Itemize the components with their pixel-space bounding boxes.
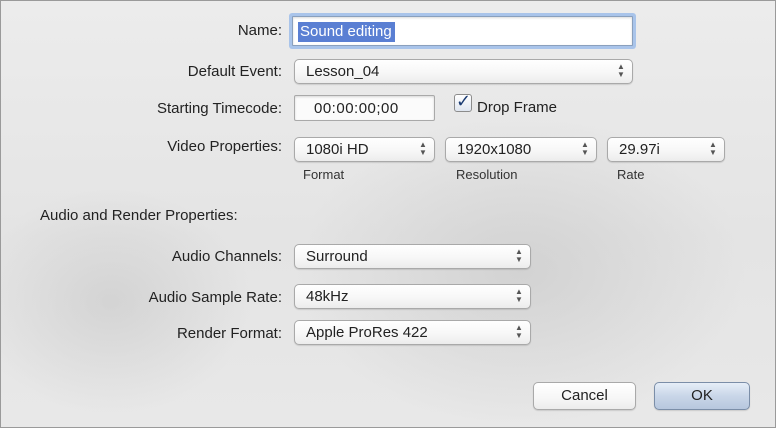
audio-channels-value: Surround xyxy=(306,248,368,265)
starting-timecode-field[interactable]: 00:00:00;00 xyxy=(294,95,435,121)
video-rate-value: 29.97i xyxy=(619,141,660,158)
name-field-selected-text: Sound editing xyxy=(298,22,395,42)
render-format-label: Render Format: xyxy=(176,325,282,342)
video-properties-label: Video Properties: xyxy=(167,138,282,155)
name-field[interactable]: Sound editing xyxy=(292,16,633,46)
updown-chevrons-icon: ▲ ▼ xyxy=(515,247,523,264)
video-resolution-value: 1920x1080 xyxy=(457,141,532,158)
format-caption: Format xyxy=(303,167,345,182)
updown-chevrons-icon: ▲ ▼ xyxy=(709,140,717,157)
starting-timecode-value: 00:00:00;00 xyxy=(314,100,399,117)
cancel-button[interactable]: Cancel xyxy=(533,382,636,410)
updown-chevrons-icon: ▲ ▼ xyxy=(515,287,523,304)
rate-caption: Rate xyxy=(617,167,645,182)
video-rate-popup[interactable]: 29.97i ▲ ▼ xyxy=(607,137,725,162)
drop-frame-checkbox[interactable]: ✓ xyxy=(454,91,472,112)
updown-chevrons-icon: ▲ ▼ xyxy=(581,140,589,157)
render-format-value: Apple ProRes 422 xyxy=(306,324,428,341)
audio-sample-rate-value: 48kHz xyxy=(306,288,349,305)
new-project-dialog: Name: Sound editing Default Event: Lesso… xyxy=(0,0,776,428)
audio-channels-label: Audio Channels: xyxy=(171,248,282,265)
updown-chevrons-icon: ▲ ▼ xyxy=(617,62,625,79)
render-format-popup[interactable]: Apple ProRes 422 ▲ ▼ xyxy=(294,320,531,345)
audio-channels-popup[interactable]: Surround ▲ ▼ xyxy=(294,244,531,269)
updown-chevrons-icon: ▲ ▼ xyxy=(515,323,523,340)
video-format-popup[interactable]: 1080i HD ▲ ▼ xyxy=(294,137,435,162)
audio-render-section-title: Audio and Render Properties: xyxy=(40,207,238,224)
default-event-value: Lesson_04 xyxy=(306,63,380,80)
starting-timecode-label: Starting Timecode: xyxy=(156,100,282,117)
default-event-label: Default Event: xyxy=(187,63,282,80)
drop-frame-label[interactable]: Drop Frame xyxy=(477,98,557,118)
ok-button[interactable]: OK xyxy=(654,382,750,410)
resolution-caption: Resolution xyxy=(456,167,518,182)
updown-chevrons-icon: ▲ ▼ xyxy=(419,140,427,157)
audio-sample-rate-label: Audio Sample Rate: xyxy=(148,289,282,306)
checkmark-icon: ✓ xyxy=(456,91,472,111)
video-format-value: 1080i HD xyxy=(306,141,369,158)
video-resolution-popup[interactable]: 1920x1080 ▲ ▼ xyxy=(445,137,597,162)
name-label: Name: xyxy=(237,22,282,39)
audio-sample-rate-popup[interactable]: 48kHz ▲ ▼ xyxy=(294,284,531,309)
default-event-popup[interactable]: Lesson_04 ▲ ▼ xyxy=(294,59,633,84)
